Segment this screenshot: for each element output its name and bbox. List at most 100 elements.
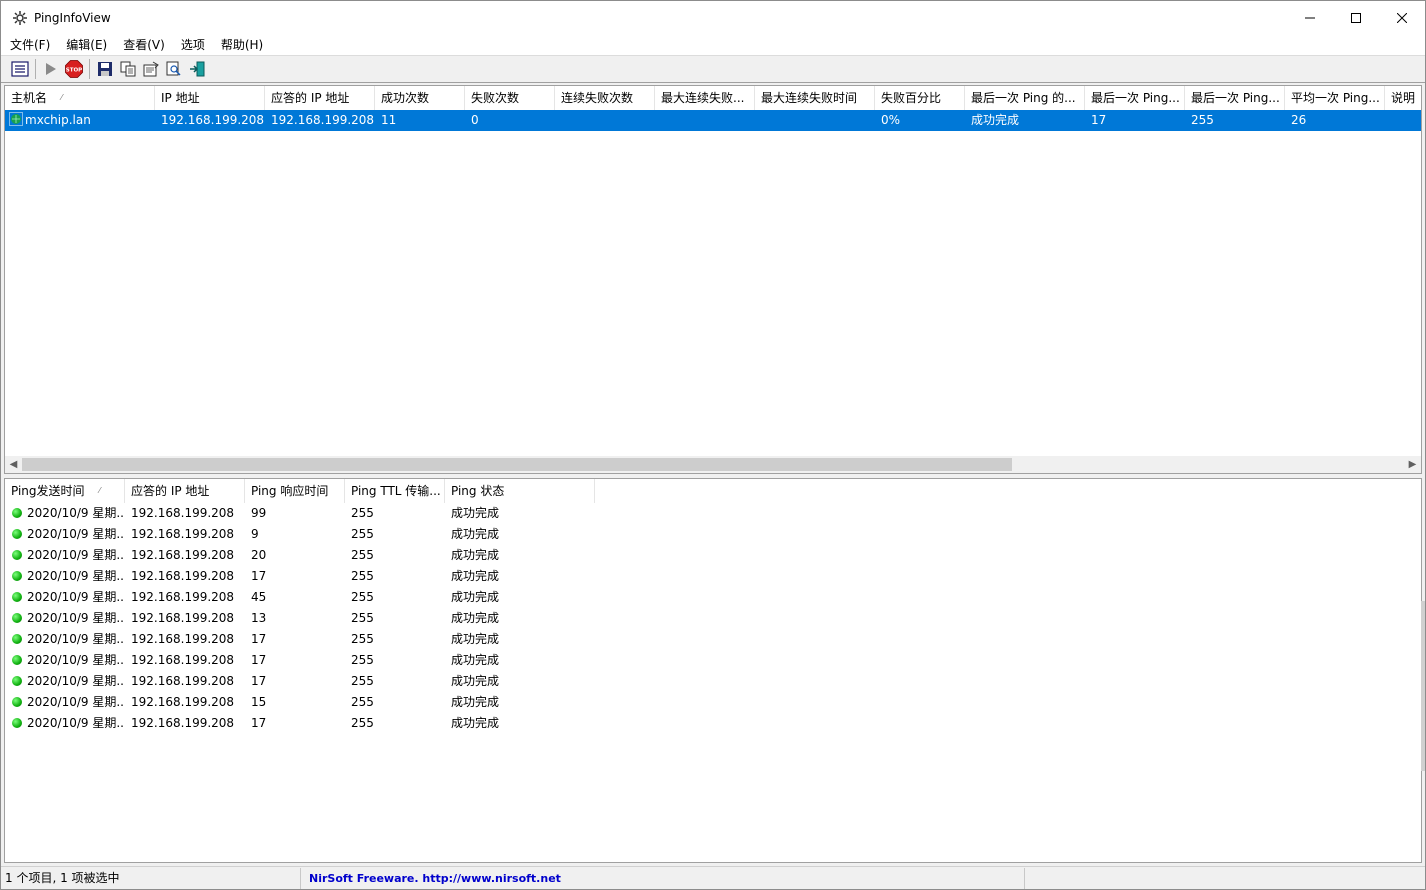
menu-file[interactable]: 文件(F): [1, 35, 57, 55]
cell-ping-ttl: 255: [345, 608, 445, 629]
list-button[interactable]: [9, 58, 31, 80]
cell-reply-ip: 192.168.199.208: [271, 113, 375, 127]
col-consecutive-failures[interactable]: 连续失败次数: [555, 86, 655, 110]
exit-button[interactable]: [186, 58, 208, 80]
col-ping-status[interactable]: Ping 状态: [445, 479, 595, 503]
menu-options[interactable]: 选项: [172, 35, 212, 55]
cell-ping-status: 成功完成: [445, 503, 595, 524]
maximize-icon: [1351, 13, 1361, 23]
col-failure-percent[interactable]: 失败百分比: [875, 86, 965, 110]
title-bar[interactable]: PingInfoView: [1, 1, 1425, 35]
ping-history-list[interactable]: Ping发送时间 ⁄ 应答的 IP 地址 Ping 响应时间 Ping TTL …: [4, 478, 1422, 863]
col-ping-send-time[interactable]: Ping发送时间 ⁄: [5, 479, 125, 503]
col-last-ping-status[interactable]: 最后一次 Ping 的...: [965, 86, 1085, 110]
cell-ping-response-time: 13: [245, 608, 345, 629]
col-last-ping-ttl[interactable]: 最后一次 Ping...: [1185, 86, 1285, 110]
table-row[interactable]: 2020/10/9 星期... 192.168.199.208 17 255 成功完成: [5, 671, 595, 692]
cell-ping-reply-ip-text: 192.168.199.208: [131, 569, 235, 583]
close-button[interactable]: [1379, 1, 1425, 35]
stop-icon: STOP: [65, 60, 83, 78]
properties-button[interactable]: [140, 58, 162, 80]
scroll-left-icon[interactable]: ◀: [5, 456, 22, 473]
col-last-ping-time[interactable]: 最后一次 Ping...: [1085, 86, 1185, 110]
cell-ping-response-time: 20: [245, 545, 345, 566]
menu-edit[interactable]: 编辑(E): [57, 35, 114, 55]
success-dot-icon: [12, 655, 22, 665]
cell-ping-reply-ip: 192.168.199.208: [125, 503, 245, 524]
stop-button[interactable]: STOP: [63, 58, 85, 80]
cell-ping-reply-ip: 192.168.199.208: [125, 587, 245, 608]
cell-ping-ttl-text: 255: [351, 548, 374, 562]
col-ip[interactable]: IP 地址: [155, 86, 265, 110]
cell-ping-response-time-text: 17: [251, 716, 267, 730]
splitter-handle[interactable]: [1421, 601, 1425, 771]
table-row[interactable]: 2020/10/9 星期... 192.168.199.208 9 255 成功完成: [5, 524, 595, 545]
copy-button[interactable]: [117, 58, 139, 80]
table-row[interactable]: 2020/10/9 星期... 192.168.199.208 15 255 成功完成: [5, 692, 595, 713]
col-last-ping-ttl-label: 最后一次 Ping...: [1191, 91, 1280, 105]
table-row[interactable]: 2020/10/9 星期... 192.168.199.208 45 255 成功完成: [5, 587, 595, 608]
col-ping-reply-ip-label: 应答的 IP 地址: [131, 484, 210, 498]
cell-ping-response-time-text: 17: [251, 569, 267, 583]
cell-ping-reply-ip-text: 192.168.199.208: [131, 590, 235, 604]
maximize-button[interactable]: [1333, 1, 1379, 35]
cell-ping-reply-ip-text: 192.168.199.208: [131, 506, 235, 520]
table-row[interactable]: 2020/10/9 星期... 192.168.199.208 17 255 成功完成: [5, 713, 595, 734]
table-row[interactable]: 2020/10/9 星期... 192.168.199.208 20 255 成功完成: [5, 545, 595, 566]
cell-ping-send-time-text: 2020/10/9 星期...: [27, 569, 125, 583]
col-hostname-label: 主机名: [11, 91, 48, 105]
start-button[interactable]: [40, 58, 62, 80]
save-icon: [98, 62, 112, 76]
scroll-right-icon[interactable]: ▶: [1404, 456, 1421, 473]
menu-help[interactable]: 帮助(H): [212, 35, 270, 55]
save-button[interactable]: [94, 58, 116, 80]
cell-ping-send-time: 2020/10/9 星期...: [5, 566, 125, 587]
cell-ping-ttl-text: 255: [351, 590, 374, 604]
cell-ping-send-time-text: 2020/10/9 星期...: [27, 590, 125, 604]
nirsoft-link[interactable]: NirSoft Freeware. http://www.nirsoft.net: [301, 867, 1025, 889]
col-ping-ttl[interactable]: Ping TTL 传输...: [345, 479, 445, 503]
col-failure-count[interactable]: 失败次数: [465, 86, 555, 110]
cell-ping-ttl-text: 255: [351, 653, 374, 667]
col-description[interactable]: 说明: [1385, 86, 1421, 110]
col-reply-ip-label: 应答的 IP 地址: [271, 91, 350, 105]
cell-ping-status: 成功完成: [445, 608, 595, 629]
find-icon: [166, 61, 181, 76]
table-row[interactable]: 2020/10/9 星期... 192.168.199.208 17 255 成功完成: [5, 650, 595, 671]
col-max-consecutive-failures-label: 最大连续失败...: [661, 91, 745, 105]
success-dot-icon: [12, 592, 22, 602]
col-hostname[interactable]: 主机名 ⁄: [5, 86, 155, 110]
cell-ping-status: 成功完成: [445, 545, 595, 566]
col-max-consecutive-failure-time[interactable]: 最大连续失败时间: [755, 86, 875, 110]
col-ping-reply-ip[interactable]: 应答的 IP 地址: [125, 479, 245, 503]
cell-ping-response-time: 17: [245, 671, 345, 692]
menu-view[interactable]: 查看(V): [114, 35, 172, 55]
horizontal-scrollbar[interactable]: ◀ ▶: [5, 456, 1421, 473]
find-button[interactable]: [163, 58, 185, 80]
hosts-list[interactable]: 主机名 ⁄ IP 地址 应答的 IP 地址 成功次数 失败次数 连续失败次数 最…: [4, 85, 1422, 474]
table-row[interactable]: 2020/10/9 星期... 192.168.199.208 17 255 成功完成: [5, 566, 595, 587]
table-row[interactable]: 2020/10/9 星期... 192.168.199.208 13 255 成功完成: [5, 608, 595, 629]
toolbar-separator: [35, 59, 36, 79]
col-reply-ip[interactable]: 应答的 IP 地址: [265, 86, 375, 110]
cell-ping-status-text: 成功完成: [451, 716, 500, 730]
cell-ping-reply-ip: 192.168.199.208: [125, 671, 245, 692]
cell-ping-status-text: 成功完成: [451, 611, 500, 625]
cell-ping-ttl-text: 255: [351, 527, 374, 541]
table-row[interactable]: 2020/10/9 星期... 192.168.199.208 17 255 成功完成: [5, 629, 595, 650]
table-row[interactable]: 2020/10/9 星期... 192.168.199.208 99 255 成功完成: [5, 503, 595, 524]
col-ping-response-time[interactable]: Ping 响应时间: [245, 479, 345, 503]
col-max-consecutive-failures[interactable]: 最大连续失败...: [655, 86, 755, 110]
cell-ping-ttl-text: 255: [351, 569, 374, 583]
cell-ping-ttl: 255: [345, 692, 445, 713]
minimize-button[interactable]: [1287, 1, 1333, 35]
cell-ping-response-time: 17: [245, 566, 345, 587]
cell-ping-response-time: 17: [245, 650, 345, 671]
app-icon: [13, 11, 27, 25]
cell-ping-reply-ip-text: 192.168.199.208: [131, 653, 235, 667]
col-success-count[interactable]: 成功次数: [375, 86, 465, 110]
table-row[interactable]: mxchip.lan 192.168.199.208 192.168.199.2…: [5, 110, 1421, 131]
col-average-ping-time[interactable]: 平均一次 Ping...: [1285, 86, 1385, 110]
cell-ping-send-time-text: 2020/10/9 星期...: [27, 506, 125, 520]
scrollbar-thumb[interactable]: [22, 458, 1012, 471]
